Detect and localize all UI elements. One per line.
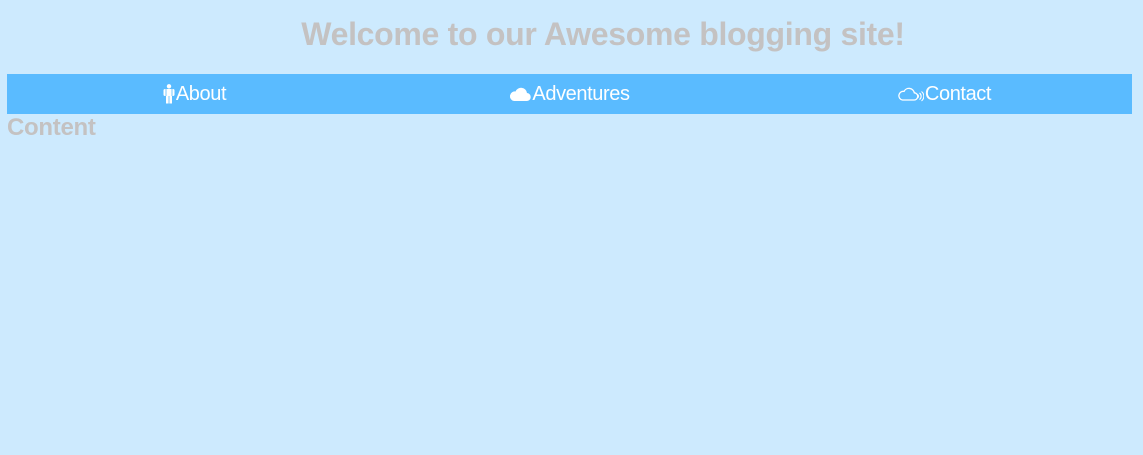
person-icon xyxy=(163,84,175,104)
nav-item-label: Contact xyxy=(924,82,992,105)
nav-item-adventures[interactable]: Adventures xyxy=(382,74,757,114)
cloud-signal-icon xyxy=(898,86,924,102)
content-heading: Content xyxy=(7,114,96,141)
nav-item-contact[interactable]: Contact xyxy=(757,74,1132,114)
nav-bar: About Adventures Contact xyxy=(7,74,1132,114)
page-title: Welcome to our Awesome blogging site! xyxy=(301,16,905,52)
nav-item-about[interactable]: About xyxy=(7,74,382,114)
nav-item-label: About xyxy=(175,82,227,105)
cloud-icon xyxy=(509,86,532,102)
nav-item-label: Adventures xyxy=(532,82,630,105)
